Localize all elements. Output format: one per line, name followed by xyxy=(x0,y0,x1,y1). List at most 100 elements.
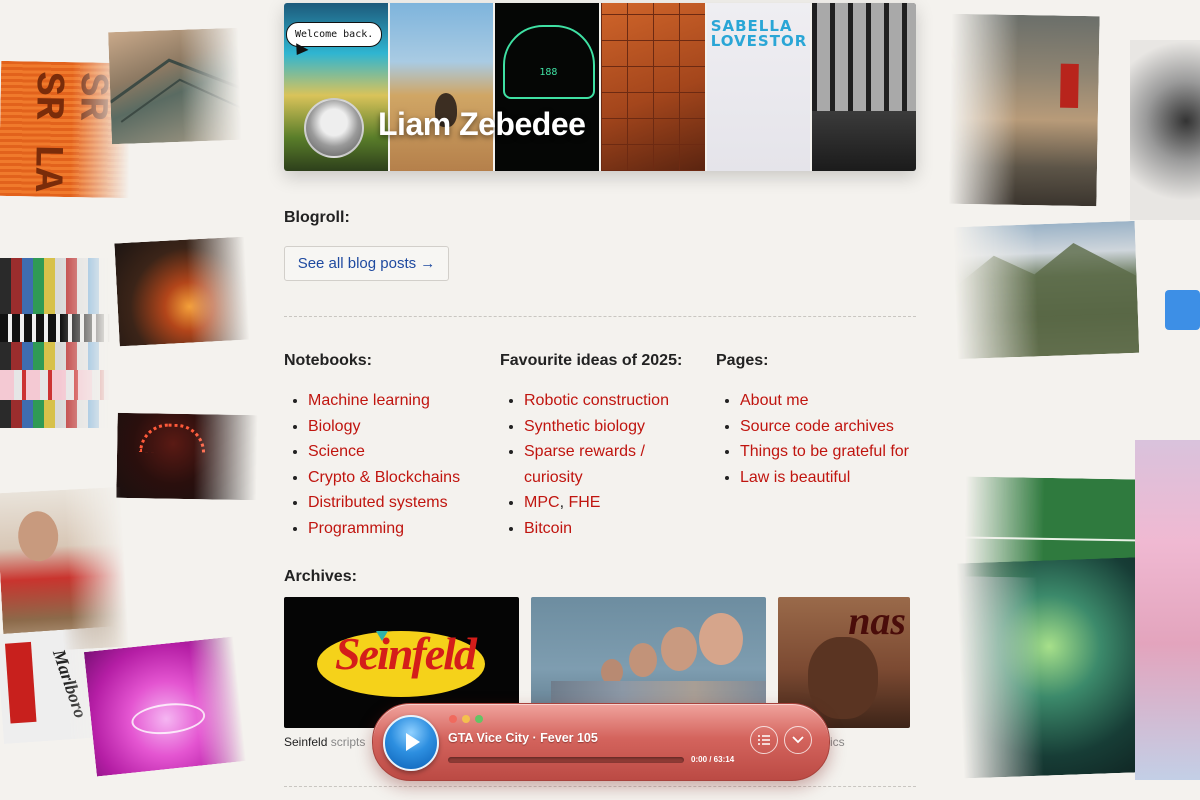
test-pattern-row xyxy=(0,370,110,400)
blogroll-heading: Blogroll: xyxy=(284,209,350,226)
bridge-lines xyxy=(109,58,242,123)
banner-tile-car-dashboard: 188 xyxy=(495,3,600,171)
list-item: Biology xyxy=(308,414,508,440)
list-item: MPC, FHE xyxy=(524,490,704,516)
music-player: GTA Vice City · Fever 105 0:00 / 63:14 xyxy=(372,703,830,781)
list-item: Crypto & Blockchains xyxy=(308,465,508,491)
section-divider xyxy=(284,316,916,317)
notebook-link-machine-learning[interactable]: Machine learning xyxy=(308,392,430,409)
collapse-button[interactable] xyxy=(784,726,812,754)
mountain-ridge xyxy=(954,243,1140,360)
deco-pink-hand xyxy=(83,636,247,777)
page-link-about-me[interactable]: About me xyxy=(740,392,808,409)
idea-link-sparse-rewards[interactable]: Sparse rewards / curiosity xyxy=(524,443,645,486)
list-item: Synthetic biology xyxy=(524,414,704,440)
idea-link-fhe[interactable]: FHE xyxy=(568,494,600,511)
idea-link-synthetic-biology[interactable]: Synthetic biology xyxy=(524,418,645,435)
caption-title[interactable]: Seinfeld xyxy=(284,735,327,749)
banner-tile-tiled-shower xyxy=(601,3,705,171)
list-item: Sparse rewards / curiosity xyxy=(524,439,704,490)
court-line xyxy=(964,536,1140,542)
deco-blue-ui-card xyxy=(1165,290,1200,330)
ideas-list: Robotic construction Synthetic biology S… xyxy=(500,388,704,541)
dashboard-arc xyxy=(503,25,596,99)
seinfeld-logo: Seinfeld xyxy=(335,628,477,679)
notebooks-heading: Notebooks: xyxy=(284,352,372,369)
deco-orange-text: SR SR LA xyxy=(22,71,114,193)
avatar[interactable] xyxy=(304,98,364,158)
notebook-link-biology[interactable]: Biology xyxy=(308,418,360,435)
deco-bridge-photo xyxy=(108,27,242,145)
track-title: GTA Vice City · Fever 105 xyxy=(448,731,598,745)
banner-tile-desert-emu xyxy=(389,3,494,171)
banner-tile-hall xyxy=(812,3,916,171)
notebooks-list: Machine learning Biology Science Crypto … xyxy=(284,388,508,541)
glow-ring xyxy=(129,699,207,738)
figure xyxy=(699,613,743,665)
site-title[interactable]: Liam Zebedee xyxy=(378,106,586,143)
notebook-link-crypto[interactable]: Crypto & Blockchains xyxy=(308,469,460,486)
deco-dashboard-photo xyxy=(116,412,258,501)
play-icon[interactable] xyxy=(383,715,439,771)
nas-logo: nas xyxy=(848,598,906,643)
page-link-law[interactable]: Law is beautiful xyxy=(740,469,850,486)
playlist-button[interactable] xyxy=(750,726,778,754)
woman-figure xyxy=(16,510,60,563)
idea-link-robotic-construction[interactable]: Robotic construction xyxy=(524,392,669,409)
list-item: Bitcoin xyxy=(524,516,704,542)
figure xyxy=(661,627,697,671)
deco-fire-photo xyxy=(114,236,250,347)
list-item: About me xyxy=(740,388,940,414)
list-item: Science xyxy=(308,439,508,465)
list-item: Things to be grateful for xyxy=(740,439,940,465)
see-all-posts-button[interactable]: See all blog posts → xyxy=(284,246,449,281)
window-zoom-dot[interactable] xyxy=(475,715,483,723)
deco-mountain-photo xyxy=(952,220,1140,360)
page-link-grateful[interactable]: Things to be grateful for xyxy=(740,443,909,460)
chevron-down-icon xyxy=(792,736,804,744)
seinfeld-dot xyxy=(376,631,388,641)
window-close-dot[interactable] xyxy=(449,715,457,723)
deco-street-photo xyxy=(948,13,1100,207)
list-item: Robotic construction xyxy=(524,388,704,414)
list-item: Law is beautiful xyxy=(740,465,940,491)
ideas-heading: Favourite ideas of 2025: xyxy=(500,352,683,369)
list-item: Programming xyxy=(308,516,508,542)
caption-rest: scripts xyxy=(330,735,366,749)
deco-pink-guitar xyxy=(1135,440,1200,780)
progress-bar[interactable] xyxy=(448,757,684,763)
marlboro-red xyxy=(4,641,37,724)
idea-link-mpc[interactable]: MPC xyxy=(524,494,560,511)
pages-heading: Pages: xyxy=(716,352,769,369)
speech-bubble: Welcome back. xyxy=(286,22,383,47)
test-pattern-row xyxy=(0,314,110,342)
deco-test-pattern xyxy=(0,258,110,428)
dashboard-reading: 188 xyxy=(539,67,558,78)
figure xyxy=(629,643,657,677)
notebook-link-distributed-systems[interactable]: Distributed systems xyxy=(308,494,448,511)
hall-floor xyxy=(812,111,916,171)
window-minimize-dot[interactable] xyxy=(462,715,470,723)
archives-heading: Archives: xyxy=(284,568,357,585)
deco-portrait-blur xyxy=(1130,40,1200,220)
archive-caption-seinfeld: Seinfeld scripts xyxy=(284,735,365,749)
list-icon xyxy=(758,735,770,745)
list-item: Machine learning xyxy=(308,388,508,414)
time-readout: 0:00 / 63:14 xyxy=(691,755,735,764)
notebook-link-programming[interactable]: Programming xyxy=(308,520,404,537)
deco-green-blur xyxy=(956,556,1164,779)
idea-link-bitcoin[interactable]: Bitcoin xyxy=(524,520,572,537)
banner-tile-poster: SABELLA LOVESTOR xyxy=(706,3,811,171)
archive-caption-nas: ics xyxy=(830,735,845,749)
page-link-source-code[interactable]: Source code archives xyxy=(740,418,894,435)
street-sign xyxy=(1060,63,1079,108)
caption-rest: ics xyxy=(830,735,845,749)
section-divider xyxy=(284,786,916,787)
poster-text: SABELLA LOVESTOR xyxy=(710,17,808,50)
dash-gauges xyxy=(139,423,206,454)
nas-face xyxy=(808,637,878,719)
notebook-link-science[interactable]: Science xyxy=(308,443,365,460)
list-item: Source code archives xyxy=(740,414,940,440)
list-item: Distributed systems xyxy=(308,490,508,516)
pages-list: About me Source code archives Things to … xyxy=(716,388,940,490)
